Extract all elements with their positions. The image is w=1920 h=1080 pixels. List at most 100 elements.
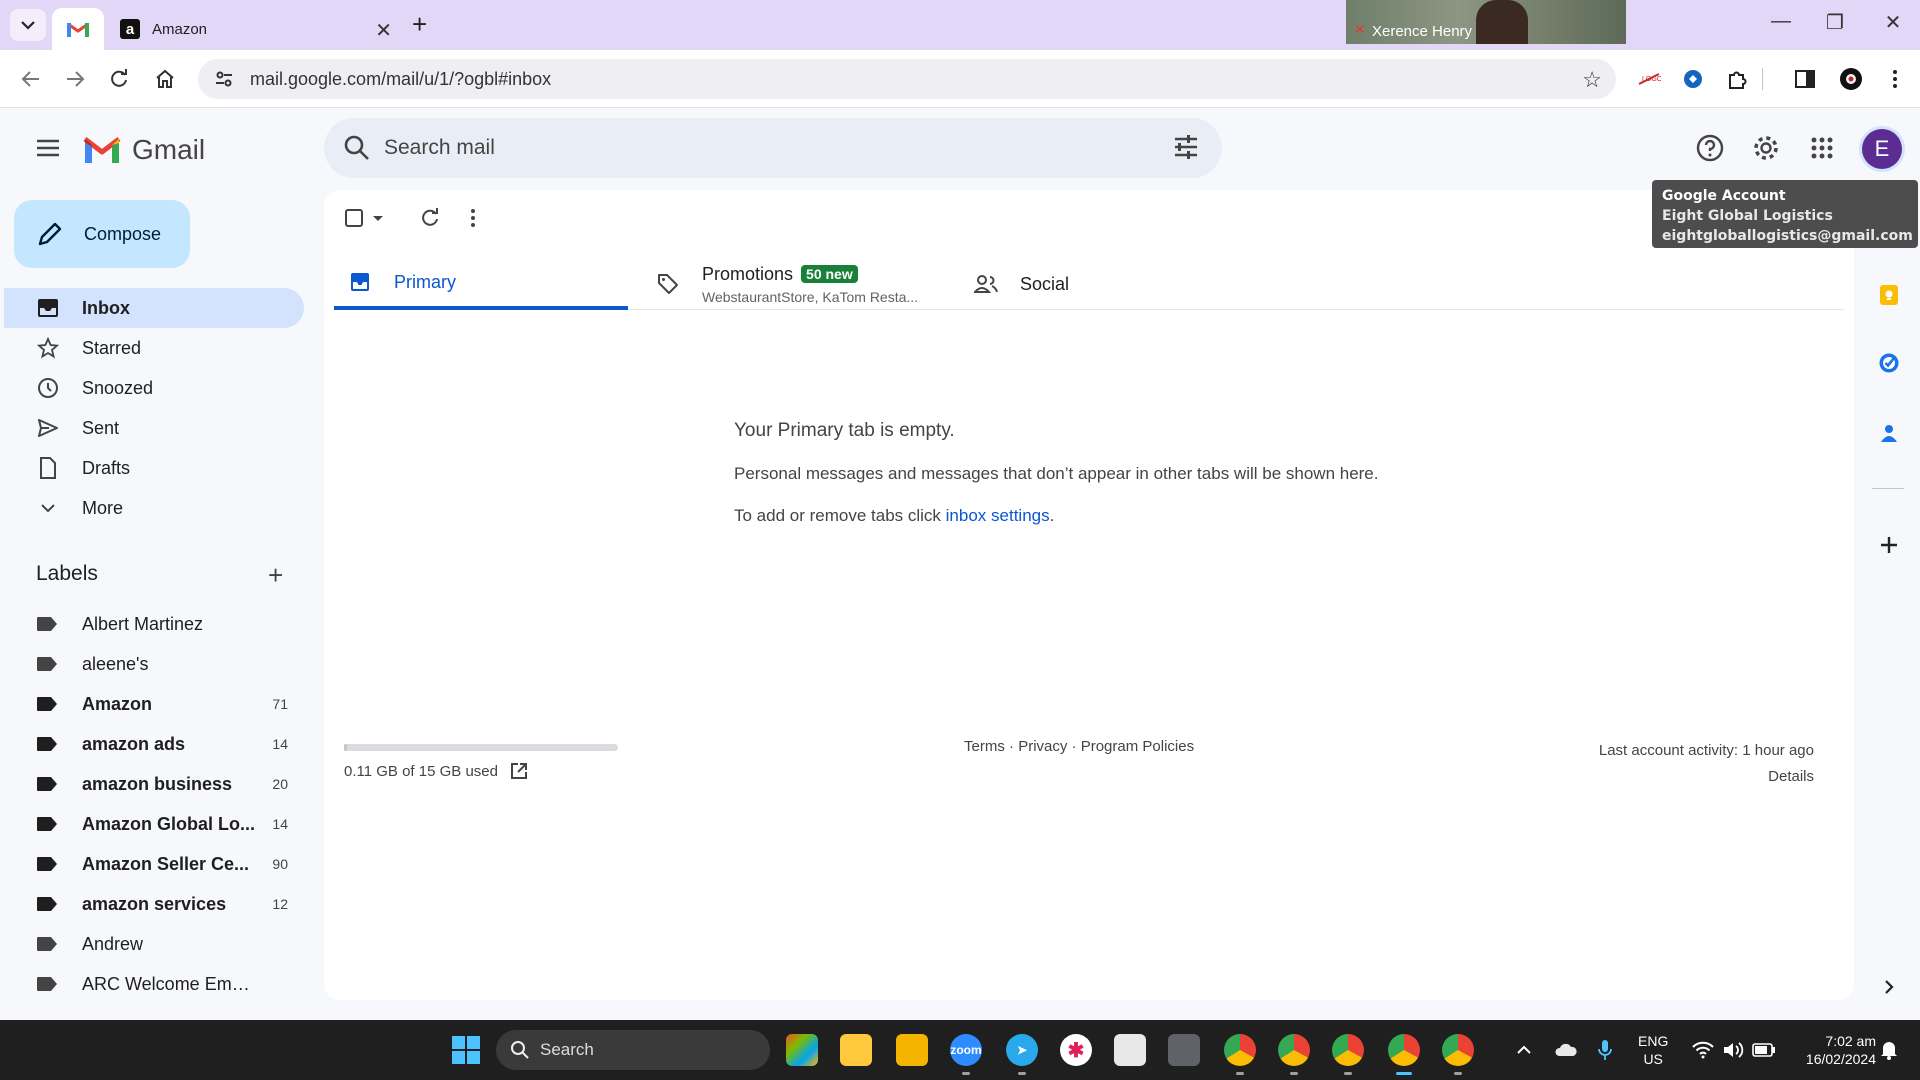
more-actions-button[interactable] [470, 208, 476, 228]
copilot-icon[interactable] [786, 1034, 818, 1066]
apps-grid-icon [1811, 137, 1833, 159]
label-item[interactable]: amazon services 12 [0, 884, 304, 924]
volume-icon[interactable] [1722, 1020, 1744, 1080]
contacts-icon[interactable] [1876, 420, 1902, 446]
search-options-icon[interactable] [1172, 133, 1200, 161]
label-item[interactable]: Albert Martinez [0, 604, 304, 644]
toolbar-divider [1762, 68, 1763, 90]
sidebar-item-starred[interactable]: Starred [0, 328, 304, 368]
chrome-icon[interactable] [1332, 1034, 1364, 1066]
label-item[interactable]: ARC Welcome Emails [0, 964, 304, 1004]
search-input[interactable] [384, 136, 1124, 160]
zoom-icon[interactable]: zoom [950, 1034, 982, 1066]
bookmark-star-icon[interactable]: ☆ [1582, 67, 1602, 93]
restore-button[interactable]: ❐ [1820, 10, 1850, 35]
search-bar[interactable] [324, 118, 1222, 178]
side-panel-icon[interactable] [1790, 64, 1820, 94]
show-hidden-icons-button[interactable] [1516, 1020, 1532, 1080]
privacy-link[interactable]: Privacy [1018, 738, 1067, 755]
chrome-icon[interactable] [1224, 1034, 1256, 1066]
windows-start-icon[interactable] [452, 1036, 480, 1064]
label-item[interactable]: Amazon Seller Ce... 90 [0, 844, 304, 884]
tab-search-button[interactable] [10, 9, 46, 41]
sidebar-item-more[interactable]: More [0, 488, 304, 528]
sidebar-item-drafts[interactable]: Drafts [0, 448, 304, 488]
tab-primary[interactable]: Primary [334, 258, 628, 310]
search-icon[interactable] [342, 133, 372, 163]
label-item[interactable]: amazon ads 14 [0, 724, 304, 764]
account-avatar[interactable]: E [1862, 129, 1902, 169]
chrome-icon[interactable] [1278, 1034, 1310, 1066]
video-call-overlay[interactable]: ✕ Xerence Henry [1346, 0, 1626, 44]
label-item[interactable]: aleene's [0, 644, 304, 684]
profile-icon[interactable] [1836, 64, 1866, 94]
help-icon [1696, 134, 1724, 162]
tasks-icon[interactable] [1876, 350, 1902, 376]
taskbar-search[interactable]: Search [496, 1030, 770, 1070]
extension-icon[interactable]: LOGO [1634, 64, 1664, 94]
window-close-button[interactable]: ✕ [1878, 10, 1908, 35]
support-button[interactable] [1694, 132, 1726, 164]
gmail-logo[interactable]: Gmail [82, 134, 205, 166]
slack-icon[interactable]: ✱ [1060, 1034, 1092, 1066]
label-item[interactable]: Amazon 71 [0, 684, 304, 724]
keep-icon[interactable] [1876, 282, 1902, 308]
sidebar-item-snoozed[interactable]: Snoozed [0, 368, 304, 408]
browser-tab-amazon[interactable]: a Amazon ✕ [108, 8, 398, 50]
label-name: amazon business [82, 773, 233, 794]
main-menu-button[interactable] [32, 132, 64, 164]
browser-tab-gmail[interactable] [52, 8, 104, 50]
chrome-icon[interactable] [1388, 1034, 1420, 1066]
microphone-icon[interactable] [1598, 1020, 1612, 1080]
address-bar[interactable]: mail.google.com/mail/u/1/?ogbl#inbox ☆ [198, 59, 1616, 99]
battery-icon[interactable] [1752, 1020, 1776, 1080]
program-policies-link[interactable]: Program Policies [1081, 738, 1194, 755]
open-in-new-icon[interactable] [510, 762, 528, 780]
refresh-button[interactable] [420, 208, 440, 228]
details-link[interactable]: Details [1599, 764, 1814, 790]
tab-social[interactable]: Social [974, 258, 1174, 310]
taskbar-clock[interactable]: 7:02 am 16/02/2024 [1786, 1032, 1876, 1068]
chrome-icon[interactable] [1442, 1034, 1474, 1066]
get-addons-button[interactable] [1876, 532, 1902, 558]
site-info-icon[interactable] [212, 67, 236, 91]
forward-button[interactable] [58, 62, 92, 96]
close-icon[interactable]: ✕ [375, 18, 392, 43]
terms-link[interactable]: Terms [964, 738, 1005, 755]
new-tab-button[interactable]: + [412, 11, 427, 37]
storage-usage-text: 0.11 GB of 15 GB used [344, 762, 498, 780]
back-button[interactable] [14, 62, 48, 96]
create-label-button[interactable]: + [268, 562, 283, 588]
onedrive-icon[interactable] [1554, 1020, 1578, 1080]
sidebar-item-label: Inbox [82, 297, 130, 318]
compose-button[interactable]: Compose [14, 200, 190, 268]
sidebar-item-inbox[interactable]: Inbox [4, 288, 304, 328]
notifications-bell-icon[interactable] [1880, 1020, 1898, 1080]
select-all-checkbox[interactable] [344, 208, 386, 228]
file-explorer-icon[interactable] [896, 1034, 928, 1066]
label-name: Andrew [82, 933, 144, 954]
sticky-notes-icon[interactable] [840, 1034, 872, 1066]
extension-icon[interactable] [1678, 64, 1708, 94]
caret-down-icon[interactable] [370, 210, 386, 226]
url-text[interactable]: mail.google.com/mail/u/1/?ogbl#inbox [250, 69, 551, 90]
label-item[interactable]: Andrew [0, 924, 304, 964]
tab-promotions[interactable]: Promotions 50 new WebstaurantStore, KaTo… [656, 258, 956, 310]
calculator-icon[interactable] [1168, 1034, 1200, 1066]
google-apps-button[interactable] [1806, 132, 1838, 164]
browser-menu-icon[interactable] [1880, 64, 1910, 94]
reload-button[interactable] [102, 62, 136, 96]
inbox-settings-link[interactable]: inbox settings [946, 506, 1050, 525]
sidebar-item-sent[interactable]: Sent [0, 408, 304, 448]
input-language-indicator[interactable]: ENG US [1638, 1032, 1668, 1068]
minimize-button[interactable]: — [1766, 10, 1796, 33]
wifi-icon[interactable] [1692, 1020, 1714, 1080]
label-item[interactable]: Amazon Global Lo... 14 [0, 804, 304, 844]
show-side-panel-button[interactable] [1876, 974, 1902, 1000]
telegram-icon[interactable]: ➤ [1006, 1034, 1038, 1066]
snipping-tool-icon[interactable] [1114, 1034, 1146, 1066]
extensions-puzzle-icon[interactable] [1722, 64, 1752, 94]
home-button[interactable] [148, 62, 182, 96]
label-item[interactable]: amazon business 20 [0, 764, 304, 804]
settings-button[interactable] [1750, 132, 1782, 164]
